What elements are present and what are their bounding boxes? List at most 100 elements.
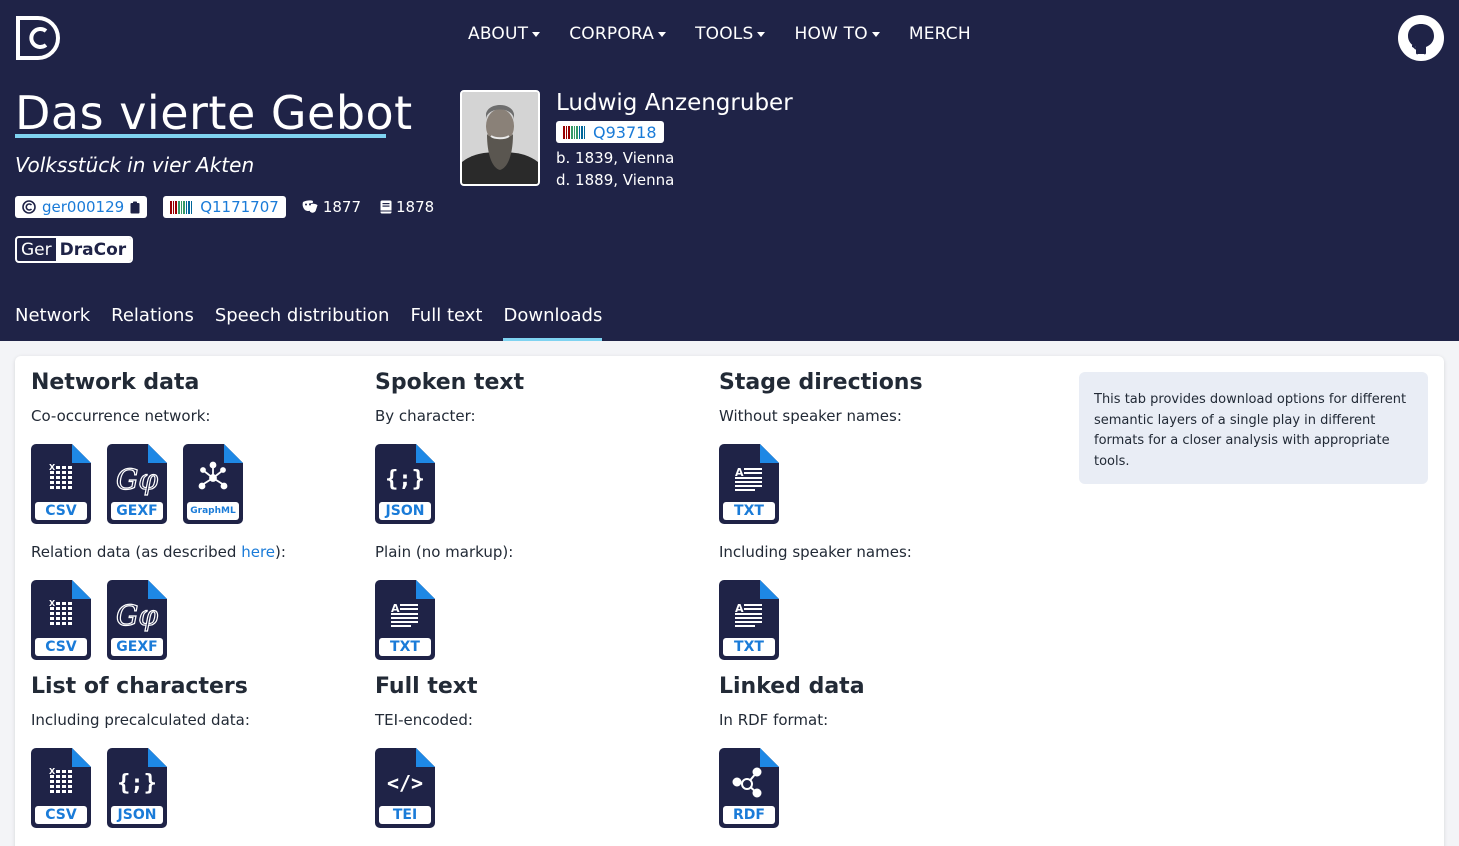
file-format-label: GEXF — [111, 502, 163, 520]
file-format-label: CSV — [35, 806, 87, 824]
print-year: 1878 — [380, 198, 434, 216]
json-download-button[interactable]: {;} JSON — [375, 444, 435, 524]
stage-directions-section: Stage directions — [719, 370, 923, 395]
dracor-logo-icon[interactable] — [15, 15, 61, 61]
author-wikidata-badge[interactable]: Q93718 — [556, 121, 664, 143]
nav-merch[interactable]: MERCH — [909, 24, 971, 44]
section-title: Network data — [31, 370, 200, 395]
chevron-down-icon — [532, 31, 541, 37]
svg-text:{;}: {;} — [117, 771, 157, 796]
json-download-button[interactable]: {;} JSON — [107, 748, 167, 828]
txt-download-button[interactable]: A TXT — [719, 580, 779, 660]
nav-corpora[interactable]: CORPORA — [569, 24, 667, 44]
file-format-label: RDF — [723, 806, 775, 824]
clipboard-icon[interactable] — [130, 201, 140, 214]
book-icon — [380, 200, 392, 214]
github-icon[interactable] — [1398, 15, 1444, 61]
tab-speech-distribution[interactable]: Speech distribution — [215, 305, 390, 341]
play-title: Das vierte Gebot — [15, 86, 413, 140]
chevron-down-icon — [871, 31, 880, 37]
svg-text:Gφ: Gφ — [116, 463, 158, 496]
file-format-label: JSON — [111, 806, 163, 824]
title-underline — [15, 134, 386, 138]
network-data-section: Network data — [31, 370, 199, 395]
rdf-download-button[interactable]: RDF — [719, 748, 779, 828]
relation-downloads: X CSV Gφ GEXF — [31, 580, 183, 660]
tab-full-text[interactable]: Full text — [410, 305, 482, 341]
section-title: Linked data — [719, 674, 865, 699]
wikidata-icon — [563, 125, 585, 139]
relation-data-label: Relation data (as described here): — [31, 543, 286, 561]
tab-downloads[interactable]: Downloads — [503, 305, 602, 341]
tab-network[interactable]: Network — [15, 305, 90, 341]
downloads-panel: Network data Co-occurrence network: X CSV… — [15, 356, 1444, 846]
author-birth: b. 1839, Vienna — [556, 149, 675, 167]
downloads-info-box: This tab provides download options for d… — [1079, 372, 1428, 484]
spoken-text-section: Spoken text — [375, 370, 524, 395]
dracor-logo-icon — [22, 200, 36, 214]
including-speakers-label: Including speaker names: — [719, 543, 912, 561]
premiere-year: 1877 — [302, 198, 361, 216]
including-speakers-downloads: A TXT — [719, 580, 795, 660]
csv-download-button[interactable]: X CSV — [31, 444, 91, 524]
file-format-label: CSV — [35, 638, 87, 656]
corpus-badge[interactable]: Ger DraCor — [15, 236, 134, 263]
nav-about[interactable]: ABOUT — [468, 24, 541, 44]
play-badges: ger000129 Q1171707 1877 1878 — [15, 196, 453, 218]
play-tabs: Network Relations Speech distribution Fu… — [15, 305, 623, 341]
tei-label: TEI-encoded: — [375, 711, 473, 729]
author-portrait-image — [462, 92, 538, 184]
author-death: d. 1889, Vienna — [556, 171, 675, 189]
txt-download-button[interactable]: A TXT — [375, 580, 435, 660]
characters-section: List of characters — [31, 674, 248, 699]
cooccurrence-downloads: X CSV Gφ GEXF GraphML — [31, 444, 259, 524]
play-wikidata-badge[interactable]: Q1171707 — [163, 196, 286, 218]
section-title: Full text — [375, 674, 478, 699]
by-character-downloads: {;} JSON — [375, 444, 451, 524]
relation-data-link[interactable]: here — [241, 543, 275, 561]
section-title: Stage directions — [719, 370, 923, 395]
play-id-badge[interactable]: ger000129 — [15, 196, 148, 218]
characters-label: Including precalculated data: — [31, 711, 250, 729]
gexf-download-button[interactable]: Gφ GEXF — [107, 580, 167, 660]
corpus-name: DraCor — [55, 238, 132, 261]
gexf-download-button[interactable]: Gφ GEXF — [107, 444, 167, 524]
svg-text:</>: </> — [387, 771, 423, 795]
file-format-label: JSON — [379, 502, 431, 520]
svg-text:{;}: {;} — [385, 467, 425, 492]
svg-text:X: X — [49, 599, 56, 608]
tab-relations[interactable]: Relations — [111, 305, 194, 341]
graphml-download-button[interactable]: GraphML — [183, 444, 243, 524]
full-text-section: Full text — [375, 674, 477, 699]
main-nav: ABOUT CORPORA TOOLS HOW TO MERCH — [468, 24, 1000, 44]
wikidata-icon — [170, 200, 193, 214]
nav-tools[interactable]: TOOLS — [695, 24, 766, 44]
txt-download-button[interactable]: A TXT — [719, 444, 779, 524]
file-format-label: TXT — [723, 502, 775, 520]
csv-download-button[interactable]: X CSV — [31, 580, 91, 660]
author-portrait — [460, 90, 540, 186]
svg-text:Gφ: Gφ — [116, 599, 158, 632]
file-format-label: GraphML — [187, 502, 239, 520]
by-character-label: By character: — [375, 407, 476, 425]
nav-how-to[interactable]: HOW TO — [794, 24, 880, 44]
section-title: List of characters — [31, 674, 248, 699]
tei-download-button[interactable]: </> TEI — [375, 748, 435, 828]
chevron-down-icon — [757, 31, 766, 37]
cooccurrence-label: Co-occurrence network: — [31, 407, 211, 425]
rdf-downloads: RDF — [719, 748, 795, 828]
without-speakers-label: Without speaker names: — [719, 407, 902, 425]
rdf-label: In RDF format: — [719, 711, 829, 729]
file-format-label: CSV — [35, 502, 87, 520]
linked-data-section: Linked data — [719, 674, 865, 699]
corpus-prefix: Ger — [21, 239, 52, 260]
without-speakers-downloads: A TXT — [719, 444, 795, 524]
section-title: Spoken text — [375, 370, 525, 395]
svg-text:X: X — [49, 767, 56, 776]
csv-download-button[interactable]: X CSV — [31, 748, 91, 828]
file-format-label: GEXF — [111, 638, 163, 656]
author-name[interactable]: Ludwig Anzengruber — [556, 90, 793, 116]
svg-text:X: X — [49, 463, 56, 472]
file-format-label: TXT — [723, 638, 775, 656]
page-header: ABOUT CORPORA TOOLS HOW TO MERCH Das vie… — [0, 0, 1459, 341]
